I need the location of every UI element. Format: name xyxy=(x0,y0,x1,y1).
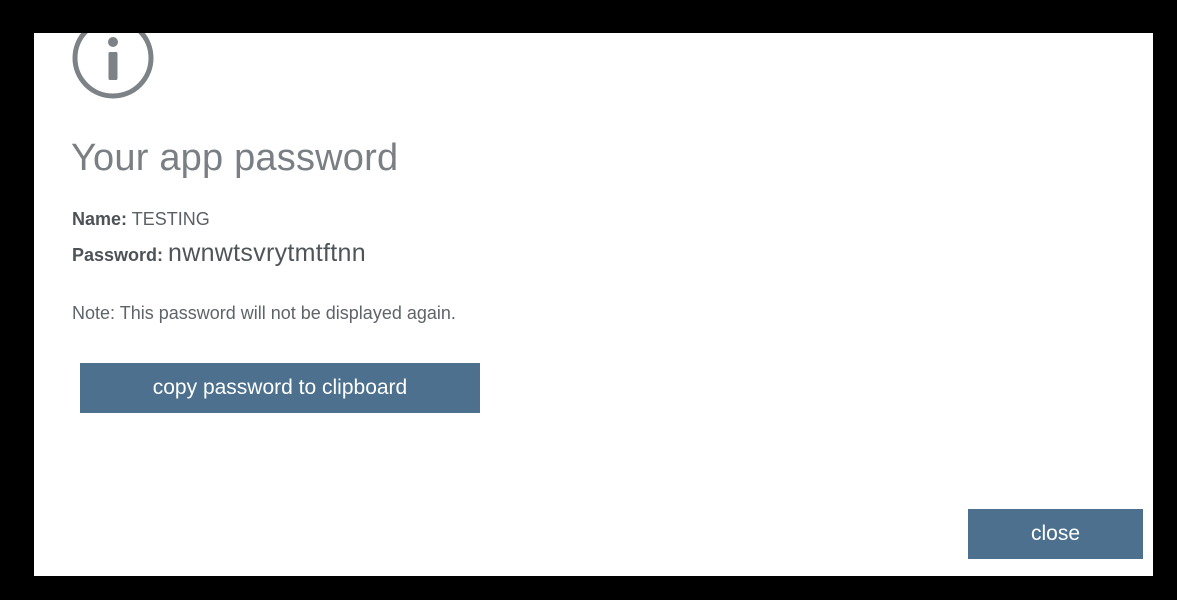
close-button[interactable]: close xyxy=(968,509,1143,559)
info-icon xyxy=(72,33,154,99)
screen-frame: Your app password Name: TESTING Password… xyxy=(0,0,1177,600)
app-password-dialog: Your app password Name: TESTING Password… xyxy=(34,33,1153,576)
copy-password-button[interactable]: copy password to clipboard xyxy=(80,363,480,413)
name-label: Name: xyxy=(72,209,128,229)
name-value: TESTING xyxy=(131,209,210,229)
name-row: Name: TESTING xyxy=(72,209,210,230)
password-note: Note: This password will not be displaye… xyxy=(72,303,456,323)
password-row: Password: nwnwtsvrytmtftnn xyxy=(72,239,366,268)
password-value: nwnwtsvrytmtftnn xyxy=(168,239,366,267)
password-label: Password: xyxy=(72,245,164,265)
dialog-title: Your app password xyxy=(71,137,399,179)
